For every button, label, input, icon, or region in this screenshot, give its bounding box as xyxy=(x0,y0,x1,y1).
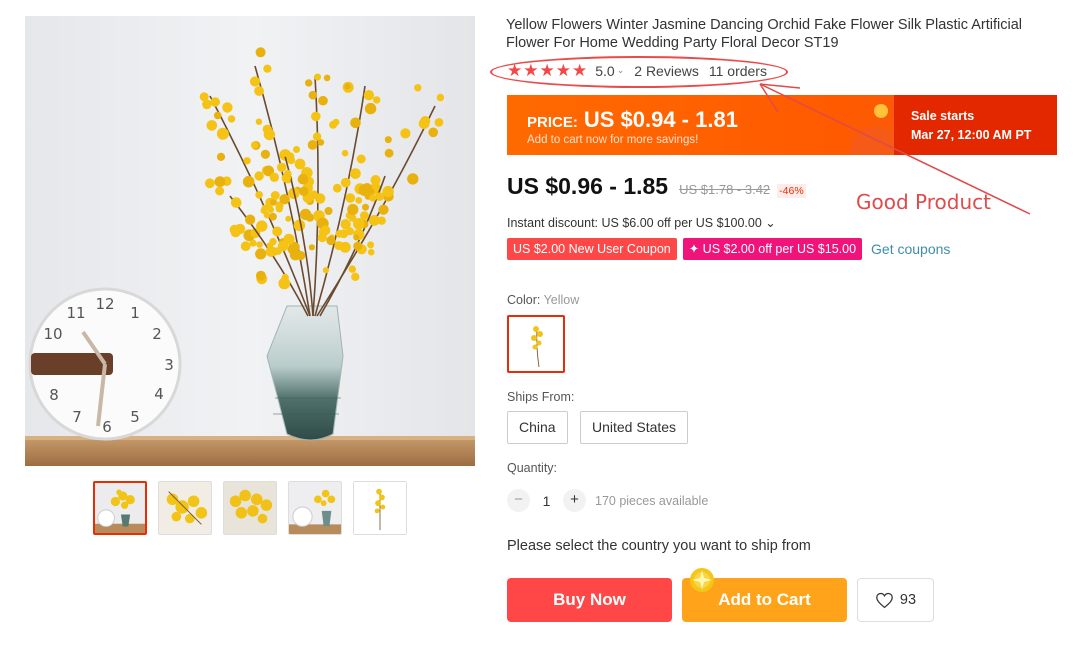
color-swatch-yellow[interactable] xyxy=(507,315,565,373)
quantity-plus-button[interactable]: + xyxy=(563,489,586,512)
coin-icon xyxy=(690,568,714,592)
sale-date: Mar 27, 12:00 AM PT xyxy=(911,128,1032,142)
sale-starts-box: Sale starts Mar 27, 12:00 AM PT xyxy=(894,95,1057,155)
heart-icon xyxy=(876,592,893,608)
wishlist-button[interactable]: 93 xyxy=(857,578,934,622)
wall-clock: 12 1 2 3 4 5 6 7 8 9 10 11 xyxy=(28,287,182,441)
original-price: US $1.78 - 3.42 xyxy=(679,182,771,197)
discount-badge: -46% xyxy=(777,184,806,198)
clock-num-3: 3 xyxy=(164,356,174,374)
main-product-image[interactable]: 12 1 2 3 4 5 6 7 8 9 10 11 xyxy=(25,16,475,466)
new-user-coupon[interactable]: US $2.00 New User Coupon xyxy=(507,238,677,260)
quantity-input[interactable]: 1 xyxy=(530,493,563,509)
quantity-stepper: − 1 + 170 pieces available xyxy=(507,489,708,512)
banner-price-value: US $0.94 - 1.81 xyxy=(583,107,738,132)
thumbnail-4[interactable] xyxy=(288,481,342,535)
color-label: Color: xyxy=(507,293,541,307)
clock-num-8: 8 xyxy=(49,386,59,404)
ship-option-united-states[interactable]: United States xyxy=(580,411,689,444)
product-title: Yellow Flowers Winter Jasmine Dancing Or… xyxy=(506,17,1022,51)
thumbnail-5[interactable] xyxy=(353,481,407,535)
color-value: Yellow xyxy=(543,293,580,307)
clock-num-10: 10 xyxy=(43,325,62,343)
annotation-ellipse xyxy=(490,56,788,88)
current-price: US $0.96 - 1.85 xyxy=(507,173,669,199)
clock-num-6: 6 xyxy=(102,418,112,436)
annotation-text: Good Product xyxy=(856,190,991,214)
ship-option-china[interactable]: China xyxy=(507,411,568,444)
thumbnail-strip xyxy=(93,481,407,535)
banner-price-label: PRICE: xyxy=(527,114,578,131)
instant-discount[interactable]: Instant discount: US $6.00 off per US $1… xyxy=(507,215,776,230)
thumbnail-2[interactable] xyxy=(158,481,212,535)
clock-num-1: 1 xyxy=(130,304,140,322)
decor-dot xyxy=(874,104,888,118)
sale-title: Sale starts xyxy=(911,109,975,123)
store-coupon[interactable]: ✦ US $2.00 off per US $15.00 xyxy=(682,238,863,260)
clock-num-12: 12 xyxy=(95,295,114,313)
buy-now-button[interactable]: Buy Now xyxy=(507,578,672,622)
coupon-row: US $2.00 New User Coupon ✦ US $2.00 off … xyxy=(507,238,950,260)
ship-country-note: Please select the country you want to sh… xyxy=(507,538,811,554)
ships-from-label: Ships From: xyxy=(507,390,575,404)
pieces-available: 170 pieces available xyxy=(595,493,709,508)
price-block: US $0.96 - 1.85 US $1.78 - 3.42 -46% xyxy=(507,173,806,200)
thumbnail-1[interactable] xyxy=(93,481,147,535)
clock-num-5: 5 xyxy=(130,408,140,426)
quantity-minus-button[interactable]: − xyxy=(507,489,530,512)
thumbnail-3[interactable] xyxy=(223,481,277,535)
get-coupons-link[interactable]: Get coupons xyxy=(871,241,950,257)
price-banner: PRICE: US $0.94 - 1.81 Add to cart now f… xyxy=(507,95,1057,155)
banner-subtext: Add to cart now for more savings! xyxy=(527,134,699,146)
quantity-label: Quantity: xyxy=(507,461,558,475)
clock-num-11: 11 xyxy=(66,304,85,322)
clock-num-7: 7 xyxy=(72,408,82,426)
wishlist-count: 93 xyxy=(899,592,917,608)
color-label-row: Color: Yellow xyxy=(507,293,579,307)
clock-num-4: 4 xyxy=(154,385,164,403)
clock-num-2: 2 xyxy=(152,325,162,343)
